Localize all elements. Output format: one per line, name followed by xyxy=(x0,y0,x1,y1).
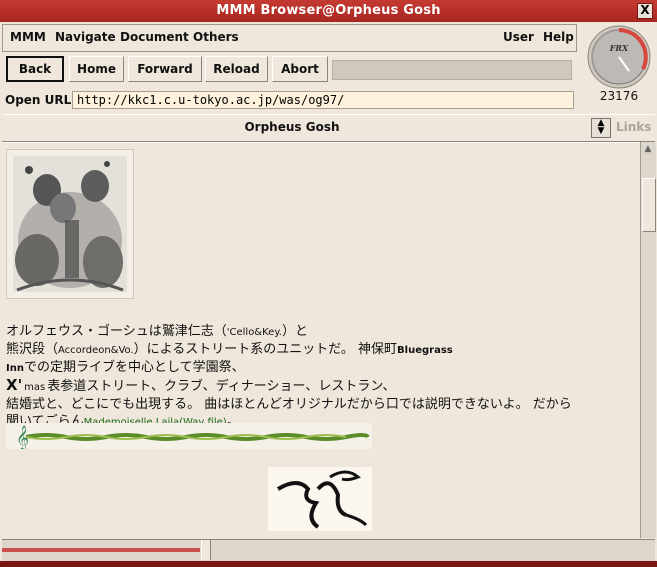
music-note-icon: 𝄞 xyxy=(16,425,29,449)
abort-button[interactable]: Abort xyxy=(272,56,328,82)
browser-logo: FRX xyxy=(585,24,653,90)
menu-others[interactable]: Others xyxy=(193,30,239,44)
links-spinner[interactable]: ▲ ▼ xyxy=(591,118,611,138)
title-bar: MMM Browser@Orpheus Gosh X xyxy=(0,0,657,22)
band-photo xyxy=(6,149,134,299)
vertical-scrollbar[interactable]: ▲ xyxy=(640,142,656,538)
links-label: Links xyxy=(616,120,652,134)
text-line: 熊沢段（Accordeon&Vo.）によるストリート系のユニットだ。 神保町Bl… xyxy=(6,342,453,357)
page-title-bar: Orpheus Gosh ▲ ▼ Links xyxy=(2,114,655,142)
logo-text: FRX xyxy=(609,43,629,53)
progress-area xyxy=(332,60,572,80)
menu-bar: MMM Navigate Document Others User Help xyxy=(2,24,577,52)
close-button[interactable]: X xyxy=(637,3,653,19)
menu-mmm[interactable]: MMM xyxy=(10,30,46,44)
menu-navigate[interactable]: Navigate xyxy=(55,30,116,44)
menu-help[interactable]: Help xyxy=(543,30,574,44)
hit-counter: 23176 xyxy=(599,89,639,103)
menu-document[interactable]: Document xyxy=(120,30,189,44)
home-button[interactable]: Home xyxy=(69,56,124,82)
arrow-down-icon: ▼ xyxy=(597,126,605,136)
url-row: Open URL: http://kkc1.c.u-tokyo.ac.jp/wa… xyxy=(2,90,575,112)
text-line: Innでの定期ライブを中心として学園祭、 xyxy=(6,360,245,375)
menu-user[interactable]: User xyxy=(503,30,534,44)
back-button[interactable]: Back xyxy=(6,56,64,82)
vine-divider: 𝄞 xyxy=(6,423,372,451)
bird-illustration xyxy=(268,467,372,531)
scroll-thumb[interactable] xyxy=(642,178,656,232)
window-bottom-border xyxy=(0,561,657,567)
status-bar xyxy=(2,539,655,562)
window-title: MMM Browser@Orpheus Gosh xyxy=(216,3,441,18)
url-label: Open URL: xyxy=(5,93,77,107)
text-line: X' mas 表参道ストリート、クラブ、ディナーショー、レストラン、 xyxy=(6,376,396,395)
text-line: オルフェウス・ゴーシュは鷲津仁志（'Cello&Key.）と xyxy=(6,324,309,339)
scroll-up-icon[interactable]: ▲ xyxy=(643,144,653,154)
browser-window: MMM Browser@Orpheus Gosh X MMM Navigate … xyxy=(0,0,657,567)
page-title: Orpheus Gosh xyxy=(244,120,340,134)
horizontal-scroll-thumb[interactable] xyxy=(201,540,211,560)
forward-button[interactable]: Forward xyxy=(128,56,202,82)
toolbar: Back Home Forward Reload Abort xyxy=(2,54,575,86)
text-line: 結婚式と、どこにでも出現する。 曲はほとんどオリジナルだから口では説明できないよ… xyxy=(6,397,572,412)
load-progress xyxy=(2,548,200,552)
band-description: オルフェウス・ゴーシュは鷲津仁志（'Cello&Key.）と 熊沢段（Accor… xyxy=(6,323,626,431)
page-content: オルフェウス・ゴーシュは鷲津仁志（'Cello&Key.）と 熊沢段（Accor… xyxy=(2,142,639,539)
reload-button[interactable]: Reload xyxy=(205,56,268,82)
url-input[interactable]: http://kkc1.c.u-tokyo.ac.jp/was/og97/ xyxy=(72,91,574,109)
